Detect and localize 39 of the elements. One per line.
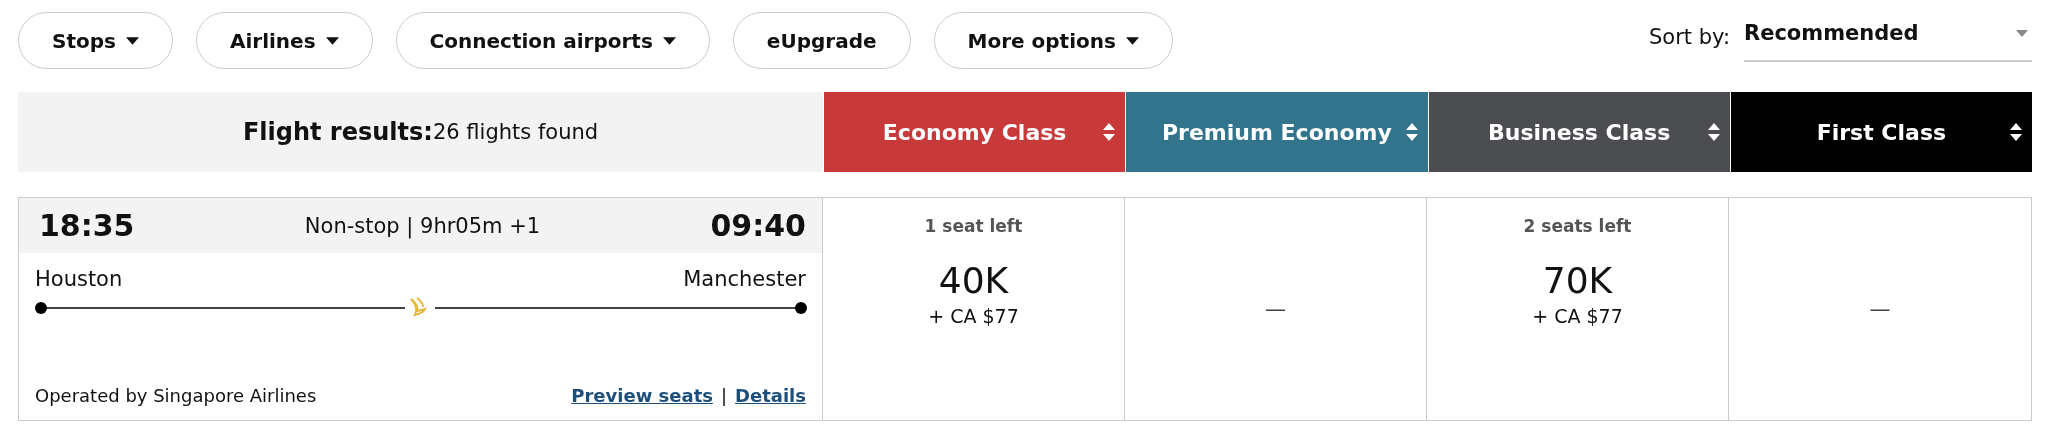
flight-summary: Non-stop | 9hr05m +1 bbox=[304, 213, 541, 238]
preview-seats-link[interactable]: Preview seats bbox=[571, 385, 713, 406]
sort-select[interactable]: Recommended bbox=[1744, 12, 2032, 62]
sort-icon[interactable] bbox=[2010, 123, 2022, 141]
arrival-time: 09:40 bbox=[710, 208, 806, 243]
link-separator: | bbox=[720, 385, 728, 406]
seats-left: 2 seats left bbox=[1523, 216, 1632, 236]
sort-label: Sort by: bbox=[1648, 25, 1730, 49]
cabin-header[interactable]: First Class bbox=[1730, 92, 2032, 172]
caret-icon bbox=[2016, 29, 2028, 37]
departure-time: 18:35 bbox=[39, 208, 135, 243]
fare-points: 40K bbox=[938, 260, 1009, 301]
unavailable-dash: — bbox=[1869, 297, 1891, 321]
filter-button[interactable]: Connection airports bbox=[395, 12, 710, 69]
caret-icon bbox=[1125, 36, 1139, 45]
fare-taxes: + CA $77 bbox=[1532, 305, 1623, 327]
filter-button[interactable]: More options bbox=[933, 12, 1173, 69]
caret-icon bbox=[125, 36, 139, 45]
origin-city: Houston bbox=[35, 267, 123, 291]
seats-left: 1 seat left bbox=[924, 216, 1023, 236]
sort-icon[interactable] bbox=[1707, 123, 1720, 141]
destination-city: Manchester bbox=[683, 267, 806, 291]
details-link[interactable]: Details bbox=[735, 385, 806, 406]
cabin-header[interactable]: Business Class bbox=[1428, 92, 1730, 172]
fare-cell[interactable]: 1 seat left 40K + CA $77 bbox=[823, 198, 1125, 420]
cabin-header[interactable]: Premium Economy bbox=[1126, 92, 1428, 172]
filter-button[interactable]: eUpgrade bbox=[732, 12, 911, 69]
unavailable-dash: — bbox=[1265, 297, 1286, 321]
cabin-header[interactable]: Economy Class bbox=[824, 92, 1126, 172]
operator-text: Operated by Singapore Airlines bbox=[35, 385, 317, 406]
filter-button[interactable]: Stops bbox=[18, 12, 173, 69]
filter-button[interactable]: Airlines bbox=[195, 12, 373, 69]
results-summary: Flight results:26 flights found bbox=[18, 92, 823, 172]
caret-icon bbox=[325, 36, 339, 45]
caret-icon bbox=[662, 36, 676, 45]
fare-cell[interactable]: 2 seats left 70K + CA $77 bbox=[1427, 198, 1729, 420]
bird-logo-icon bbox=[410, 297, 426, 316]
fare-points: 70K bbox=[1542, 260, 1613, 301]
fare-taxes: + CA $77 bbox=[928, 305, 1019, 327]
